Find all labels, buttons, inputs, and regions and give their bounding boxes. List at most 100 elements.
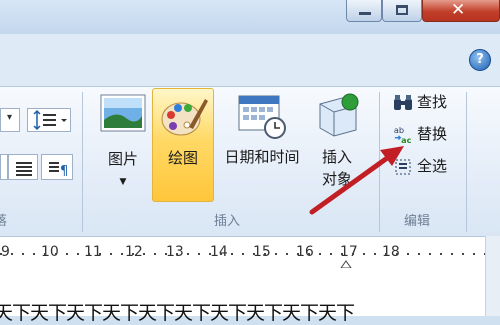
drawing-button[interactable]: 绘图 xyxy=(152,88,214,202)
calendar-clock-icon xyxy=(238,95,286,139)
group-separator xyxy=(466,92,467,232)
align-left-button[interactable] xyxy=(0,154,8,180)
ruler-tick xyxy=(176,253,178,255)
maximize-icon xyxy=(396,5,408,15)
ruler-tick xyxy=(451,253,453,255)
ruler-label: 11 xyxy=(84,244,102,260)
ruler-label: 12 xyxy=(125,244,143,260)
palette-icon xyxy=(161,99,208,136)
ruler-tick xyxy=(198,253,200,255)
ruler-tick xyxy=(143,253,145,255)
line-spacing-icon xyxy=(33,109,67,131)
line-spacing-dropdown[interactable] xyxy=(27,108,71,132)
svg-text:ac: ac xyxy=(401,135,412,145)
ruler-tick xyxy=(319,253,321,255)
ruler-tick xyxy=(220,253,222,255)
datetime-label: 日期和时间 xyxy=(224,148,300,166)
ruler-label: 14 xyxy=(210,244,228,260)
ruler-tick xyxy=(231,253,233,255)
ruler-tick xyxy=(110,253,112,255)
ruler-label: 16 xyxy=(296,244,314,260)
minimize-icon xyxy=(359,12,371,15)
minimize-button[interactable] xyxy=(346,0,382,22)
picture-button[interactable]: 图片 ▼ xyxy=(94,88,152,202)
paragraph-button[interactable]: ¶ xyxy=(41,154,73,180)
ruler[interactable]: 9 10 11 12 13 14 15 16 17 18 xyxy=(0,236,500,269)
justify-icon xyxy=(16,162,32,176)
ruler-label: 10 xyxy=(41,244,59,260)
paragraph-group-label: 落 xyxy=(0,214,8,229)
ruler-tick xyxy=(341,253,343,255)
ruler-tick xyxy=(264,253,266,255)
select-all-label: 全选 xyxy=(417,157,448,175)
ruler-tick xyxy=(297,253,299,255)
ribbon-tab-strip xyxy=(0,34,500,86)
ruler-tick xyxy=(11,253,13,255)
ruler-tick xyxy=(33,253,35,255)
ruler-tick xyxy=(374,253,376,255)
ruler-tick xyxy=(473,253,475,255)
ruler-label: 13 xyxy=(166,244,184,260)
ruler-tick xyxy=(462,253,464,255)
find-button[interactable]: 查找 xyxy=(392,90,447,114)
ruler-tick xyxy=(407,253,409,255)
binoculars-icon xyxy=(394,94,412,110)
justify-button[interactable] xyxy=(8,154,38,180)
ruler-tick xyxy=(88,253,90,255)
ruler-tick xyxy=(385,253,387,255)
ruler-tick xyxy=(253,253,255,255)
chevron-down-icon: ▼ xyxy=(119,177,127,187)
object-icon xyxy=(319,93,359,137)
replace-button[interactable]: ab ac 替换 xyxy=(392,122,447,146)
ruler-label: 17 xyxy=(340,244,358,260)
ruler-tick xyxy=(275,253,277,255)
paragraph-icon: ¶ xyxy=(49,162,68,179)
ruler-tick xyxy=(286,253,288,255)
close-icon: ✕ xyxy=(451,0,466,20)
ruler-tick xyxy=(154,253,156,255)
replace-label: 替换 xyxy=(417,125,448,143)
ruler-label: 9 xyxy=(1,244,10,260)
insert-object-label-2: 对象 xyxy=(321,170,352,188)
insert-group-label: 插入 xyxy=(214,214,241,229)
group-separator xyxy=(379,92,380,232)
ruler-tick xyxy=(187,253,189,255)
replace-icon: ab ac xyxy=(394,125,412,145)
insert-object-button[interactable]: 插入 对象 xyxy=(310,88,364,202)
ruler-tick xyxy=(99,253,101,255)
ruler-tick xyxy=(352,253,354,255)
ruler-tick xyxy=(22,253,24,255)
maximize-button[interactable] xyxy=(382,0,422,22)
find-label: 查找 xyxy=(417,93,448,111)
help-button[interactable]: ? xyxy=(469,49,491,71)
indent-dropdown[interactable]: ▾ xyxy=(0,108,20,132)
ruler-label: 15 xyxy=(253,244,271,260)
ruler-tick xyxy=(165,253,167,255)
ruler-tick xyxy=(44,253,46,255)
select-all-button[interactable]: 全选 xyxy=(392,154,447,178)
document-text: 天下天下天下天下天下天下天下天下天下天下 xyxy=(0,302,355,324)
datetime-button[interactable]: 日期和时间 xyxy=(216,88,308,202)
ruler-label: 18 xyxy=(382,244,400,260)
insert-object-label-1: 插入 xyxy=(321,148,352,166)
ruler-tick xyxy=(330,253,332,255)
svg-text:ab: ab xyxy=(394,125,404,135)
close-button[interactable]: ✕ xyxy=(422,0,500,22)
picture-icon xyxy=(100,94,146,132)
edit-group-label: 编辑 xyxy=(404,214,431,229)
ruler-tick xyxy=(121,253,123,255)
document-area[interactable]: 天下天下天下天下天下天下天下天下天下天下 xyxy=(0,268,485,324)
select-all-icon xyxy=(395,159,411,174)
ruler-tick xyxy=(66,253,68,255)
ruler-tick xyxy=(308,253,310,255)
ruler-tick xyxy=(0,253,2,255)
group-separator xyxy=(82,92,83,232)
ruler-tick xyxy=(418,253,420,255)
ruler-tick xyxy=(132,253,134,255)
vertical-scrollbar[interactable] xyxy=(485,236,500,316)
ruler-tick xyxy=(242,253,244,255)
svg-text:¶: ¶ xyxy=(60,164,68,179)
picture-label: 图片 xyxy=(107,150,138,168)
ruler-tick xyxy=(396,253,398,255)
drawing-label: 绘图 xyxy=(167,149,198,167)
